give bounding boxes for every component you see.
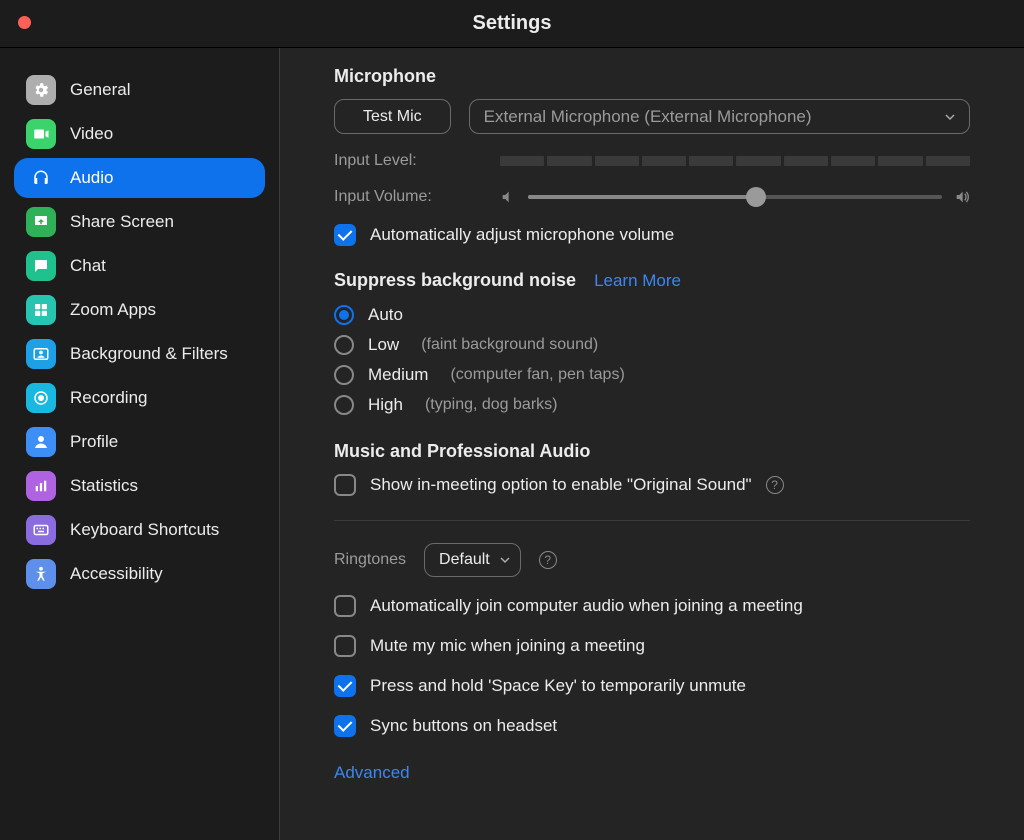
- ringtones-select[interactable]: Default: [424, 543, 521, 577]
- sidebar-item-accessibility[interactable]: Accessibility: [14, 554, 265, 594]
- sidebar-item-label: Video: [70, 124, 113, 144]
- sidebar-item-profile[interactable]: Profile: [14, 422, 265, 462]
- mute-on-join-checkbox[interactable]: [334, 635, 356, 657]
- speaker-low-icon: [500, 189, 516, 205]
- sync-headset-checkbox[interactable]: [334, 715, 356, 737]
- window-title: Settings: [0, 12, 1024, 35]
- close-icon[interactable]: [18, 16, 31, 29]
- input-level-label: Input Level:: [334, 152, 500, 170]
- advanced-link[interactable]: Advanced: [334, 763, 970, 783]
- help-icon[interactable]: ?: [539, 551, 557, 569]
- window-controls: [18, 16, 31, 29]
- input-volume-slider[interactable]: [528, 195, 942, 199]
- apps-icon: [26, 295, 56, 325]
- noise-option-low[interactable]: Low (faint background sound): [334, 335, 970, 355]
- space-unmute-label: Press and hold 'Space Key' to temporaril…: [370, 676, 746, 696]
- recording-icon: [26, 383, 56, 413]
- titlebar: Settings: [0, 0, 1024, 48]
- radio-icon: [334, 395, 354, 415]
- sidebar-item-label: Recording: [70, 388, 148, 408]
- speaker-high-icon: [954, 189, 970, 205]
- sidebar-item-label: Chat: [70, 256, 106, 276]
- statistics-icon: [26, 471, 56, 501]
- sync-headset-label: Sync buttons on headset: [370, 716, 557, 736]
- gear-icon: [26, 75, 56, 105]
- profile-icon: [26, 427, 56, 457]
- sidebar-item-chat[interactable]: Chat: [14, 246, 265, 286]
- ringtones-label: Ringtones: [334, 551, 406, 569]
- sidebar-item-label: Zoom Apps: [70, 300, 156, 320]
- microphone-device-value: External Microphone (External Microphone…: [484, 107, 812, 127]
- sidebar-item-label: Profile: [70, 432, 118, 452]
- sidebar-item-audio[interactable]: Audio: [14, 158, 265, 198]
- microphone-device-select[interactable]: External Microphone (External Microphone…: [469, 99, 970, 134]
- share-screen-icon: [26, 207, 56, 237]
- auto-join-audio-checkbox[interactable]: [334, 595, 356, 617]
- sidebar-item-label: Share Screen: [70, 212, 174, 232]
- sidebar: General Video Audio Share Screen Chat: [0, 48, 280, 840]
- radio-icon: [334, 365, 354, 385]
- original-sound-checkbox[interactable]: [334, 474, 356, 496]
- video-icon: [26, 119, 56, 149]
- sidebar-item-background-filters[interactable]: Background & Filters: [14, 334, 265, 374]
- sidebar-item-recording[interactable]: Recording: [14, 378, 265, 418]
- test-mic-button[interactable]: Test Mic: [334, 99, 451, 134]
- noise-option-medium[interactable]: Medium (computer fan, pen taps): [334, 365, 970, 385]
- auto-join-audio-label: Automatically join computer audio when j…: [370, 596, 803, 616]
- noise-option-high[interactable]: High (typing, dog barks): [334, 395, 970, 415]
- sidebar-item-label: Accessibility: [70, 564, 163, 584]
- settings-panel: Microphone Test Mic External Microphone …: [280, 48, 1024, 840]
- input-level-meter: [500, 156, 970, 166]
- help-icon[interactable]: ?: [766, 476, 784, 494]
- mute-on-join-label: Mute my mic when joining a meeting: [370, 636, 645, 656]
- keyboard-icon: [26, 515, 56, 545]
- sidebar-item-keyboard-shortcuts[interactable]: Keyboard Shortcuts: [14, 510, 265, 550]
- chevron-down-icon: [500, 555, 510, 565]
- background-icon: [26, 339, 56, 369]
- sidebar-item-statistics[interactable]: Statistics: [14, 466, 265, 506]
- chevron-down-icon: [945, 112, 955, 122]
- original-sound-label: Show in-meeting option to enable "Origin…: [370, 475, 752, 495]
- sidebar-item-zoom-apps[interactable]: Zoom Apps: [14, 290, 265, 330]
- divider: [334, 520, 970, 521]
- space-unmute-checkbox[interactable]: [334, 675, 356, 697]
- chat-icon: [26, 251, 56, 281]
- auto-adjust-mic-checkbox[interactable]: [334, 224, 356, 246]
- sidebar-item-share-screen[interactable]: Share Screen: [14, 202, 265, 242]
- sidebar-item-label: General: [70, 80, 130, 100]
- suppress-noise-heading: Suppress background noise: [334, 270, 576, 291]
- accessibility-icon: [26, 559, 56, 589]
- sidebar-item-general[interactable]: General: [14, 70, 265, 110]
- sidebar-item-label: Keyboard Shortcuts: [70, 520, 219, 540]
- input-volume-label: Input Volume:: [334, 188, 500, 206]
- noise-suppression-options: Auto Low (faint background sound) Medium…: [334, 305, 970, 415]
- sidebar-item-label: Statistics: [70, 476, 138, 496]
- learn-more-link[interactable]: Learn More: [594, 271, 681, 291]
- radio-icon: [334, 335, 354, 355]
- microphone-heading: Microphone: [334, 66, 970, 87]
- radio-icon: [334, 305, 354, 325]
- music-pro-audio-heading: Music and Professional Audio: [334, 441, 970, 462]
- sidebar-item-video[interactable]: Video: [14, 114, 265, 154]
- noise-option-auto[interactable]: Auto: [334, 305, 970, 325]
- headphones-icon: [26, 163, 56, 193]
- sidebar-item-label: Audio: [70, 168, 113, 188]
- sidebar-item-label: Background & Filters: [70, 344, 228, 364]
- auto-adjust-mic-label: Automatically adjust microphone volume: [370, 225, 674, 245]
